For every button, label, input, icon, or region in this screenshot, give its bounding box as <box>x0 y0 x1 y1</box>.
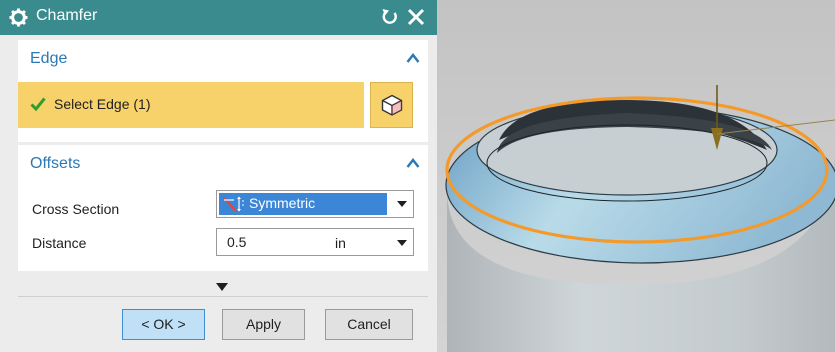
chevron-up-icon[interactable] <box>406 157 420 169</box>
ok-button[interactable]: < OK > <box>122 309 205 340</box>
select-edge-row[interactable]: Select Edge (1) <box>18 82 364 128</box>
distance-label: Distance <box>32 235 87 251</box>
distance-unit-select[interactable]: in <box>335 235 346 251</box>
symmetric-icon <box>223 196 244 212</box>
chamfer-dialog: Chamfer Edge Select Edge (1) Offsets Cro… <box>0 0 437 352</box>
edge-group-title: Edge <box>30 50 68 67</box>
reset-icon[interactable] <box>380 7 400 27</box>
checkmark-icon <box>30 97 46 112</box>
offsets-group-header[interactable]: Offsets <box>18 145 428 183</box>
chevron-up-icon[interactable] <box>406 52 420 64</box>
cancel-button[interactable]: Cancel <box>325 309 413 340</box>
divider <box>18 296 428 297</box>
edge-group-header[interactable]: Edge <box>18 40 428 78</box>
dialog-titlebar: Chamfer <box>0 0 437 35</box>
dropdown-arrow-icon[interactable] <box>397 201 407 207</box>
cross-section-value: Symmetric <box>249 195 316 211</box>
cube-icon <box>381 94 403 116</box>
distance-input[interactable]: 0.5 <box>227 234 246 250</box>
offsets-group: Offsets Cross Section Symmetric Distance… <box>18 145 428 271</box>
edge-group: Edge Select Edge (1) <box>18 40 428 142</box>
close-icon[interactable] <box>406 7 426 27</box>
select-edge-label: Select Edge (1) <box>54 96 151 112</box>
offsets-group-title: Offsets <box>30 155 81 172</box>
cross-section-selected-option[interactable]: Symmetric <box>219 193 387 215</box>
cross-section-select[interactable]: Symmetric <box>216 190 414 218</box>
dialog-title: Chamfer <box>36 7 98 24</box>
gear-icon[interactable] <box>9 8 28 27</box>
cross-section-label: Cross Section <box>32 201 120 217</box>
apply-button[interactable]: Apply <box>222 309 305 340</box>
cylinder-model <box>437 0 835 352</box>
dropdown-arrow-icon[interactable] <box>397 240 407 246</box>
graphics-viewport[interactable] <box>437 0 835 352</box>
distance-field[interactable]: 0.5 in <box>216 228 414 256</box>
more-options-arrow-icon[interactable] <box>216 283 228 291</box>
edge-selector-button[interactable] <box>370 82 413 128</box>
